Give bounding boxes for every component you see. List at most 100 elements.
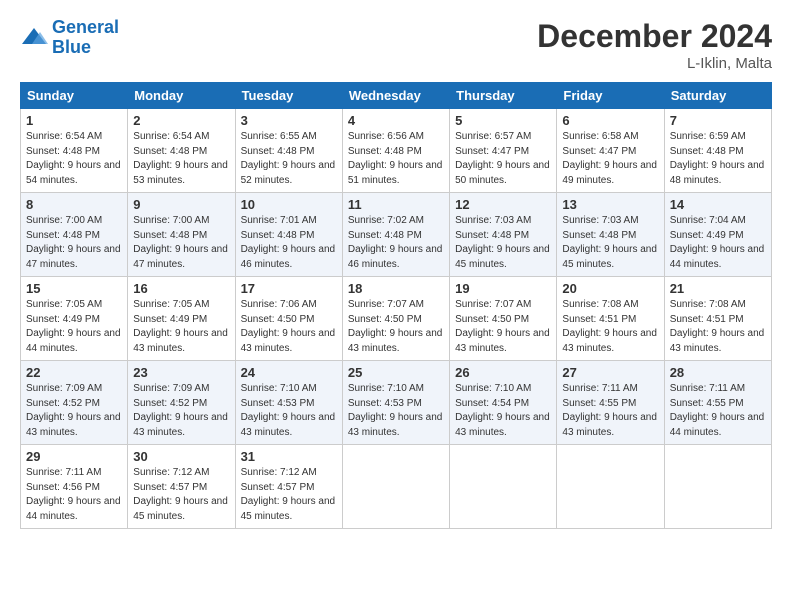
day-number: 23 [133,365,229,380]
day-info: Sunrise: 6:57 AM Sunset: 4:47 PM Dayligh… [455,130,551,188]
day-number: 19 [455,281,551,296]
col-friday: Friday [557,83,664,109]
day-number: 1 [26,113,122,128]
day-number: 4 [348,113,444,128]
calendar-header-row: Sunday Monday Tuesday Wednesday Thursday… [21,83,772,109]
day-info: Sunrise: 7:02 AM Sunset: 4:48 PM Dayligh… [348,214,444,272]
day-number: 24 [241,365,337,380]
day-number: 9 [133,197,229,212]
day-number: 6 [562,113,658,128]
col-tuesday: Tuesday [235,83,342,109]
day-number: 27 [562,365,658,380]
calendar-week-row: 1 Sunrise: 6:54 AM Sunset: 4:48 PM Dayli… [21,109,772,193]
day-number: 7 [670,113,766,128]
table-row: 20 Sunrise: 7:08 AM Sunset: 4:51 PM Dayl… [557,277,664,361]
day-number: 2 [133,113,229,128]
day-info: Sunrise: 6:58 AM Sunset: 4:47 PM Dayligh… [562,130,658,188]
day-info: Sunrise: 6:55 AM Sunset: 4:48 PM Dayligh… [241,130,337,188]
day-info: Sunrise: 7:08 AM Sunset: 4:51 PM Dayligh… [670,298,766,356]
day-info: Sunrise: 7:09 AM Sunset: 4:52 PM Dayligh… [26,382,122,440]
day-info: Sunrise: 7:07 AM Sunset: 4:50 PM Dayligh… [348,298,444,356]
day-info: Sunrise: 7:00 AM Sunset: 4:48 PM Dayligh… [26,214,122,272]
day-info: Sunrise: 6:56 AM Sunset: 4:48 PM Dayligh… [348,130,444,188]
table-row: 31 Sunrise: 7:12 AM Sunset: 4:57 PM Dayl… [235,445,342,529]
title-block: December 2024 L-Iklin, Malta [537,18,772,72]
logo-text: General Blue [52,18,119,58]
header: General Blue December 2024 L-Iklin, Malt… [20,18,772,72]
table-row [342,445,449,529]
table-row [664,445,771,529]
calendar-week-row: 15 Sunrise: 7:05 AM Sunset: 4:49 PM Dayl… [21,277,772,361]
col-monday: Monday [128,83,235,109]
table-row: 13 Sunrise: 7:03 AM Sunset: 4:48 PM Dayl… [557,193,664,277]
table-row: 17 Sunrise: 7:06 AM Sunset: 4:50 PM Dayl… [235,277,342,361]
day-number: 8 [26,197,122,212]
table-row: 26 Sunrise: 7:10 AM Sunset: 4:54 PM Dayl… [450,361,557,445]
location: L-Iklin, Malta [537,55,772,72]
table-row [557,445,664,529]
table-row: 22 Sunrise: 7:09 AM Sunset: 4:52 PM Dayl… [21,361,128,445]
day-info: Sunrise: 7:11 AM Sunset: 4:56 PM Dayligh… [26,466,122,524]
col-wednesday: Wednesday [342,83,449,109]
table-row: 3 Sunrise: 6:55 AM Sunset: 4:48 PM Dayli… [235,109,342,193]
table-row: 24 Sunrise: 7:10 AM Sunset: 4:53 PM Dayl… [235,361,342,445]
table-row: 1 Sunrise: 6:54 AM Sunset: 4:48 PM Dayli… [21,109,128,193]
day-number: 28 [670,365,766,380]
day-number: 14 [670,197,766,212]
table-row: 10 Sunrise: 7:01 AM Sunset: 4:48 PM Dayl… [235,193,342,277]
day-number: 21 [670,281,766,296]
day-info: Sunrise: 7:07 AM Sunset: 4:50 PM Dayligh… [455,298,551,356]
day-info: Sunrise: 7:08 AM Sunset: 4:51 PM Dayligh… [562,298,658,356]
day-number: 11 [348,197,444,212]
day-number: 12 [455,197,551,212]
day-number: 5 [455,113,551,128]
table-row: 14 Sunrise: 7:04 AM Sunset: 4:49 PM Dayl… [664,193,771,277]
day-info: Sunrise: 6:54 AM Sunset: 4:48 PM Dayligh… [26,130,122,188]
table-row: 23 Sunrise: 7:09 AM Sunset: 4:52 PM Dayl… [128,361,235,445]
table-row: 8 Sunrise: 7:00 AM Sunset: 4:48 PM Dayli… [21,193,128,277]
calendar-week-row: 8 Sunrise: 7:00 AM Sunset: 4:48 PM Dayli… [21,193,772,277]
day-number: 20 [562,281,658,296]
table-row: 2 Sunrise: 6:54 AM Sunset: 4:48 PM Dayli… [128,109,235,193]
day-info: Sunrise: 7:00 AM Sunset: 4:48 PM Dayligh… [133,214,229,272]
day-number: 30 [133,449,229,464]
calendar-week-row: 29 Sunrise: 7:11 AM Sunset: 4:56 PM Dayl… [21,445,772,529]
logo-icon [20,24,48,52]
table-row: 9 Sunrise: 7:00 AM Sunset: 4:48 PM Dayli… [128,193,235,277]
day-info: Sunrise: 7:12 AM Sunset: 4:57 PM Dayligh… [241,466,337,524]
table-row: 29 Sunrise: 7:11 AM Sunset: 4:56 PM Dayl… [21,445,128,529]
table-row: 27 Sunrise: 7:11 AM Sunset: 4:55 PM Dayl… [557,361,664,445]
table-row: 12 Sunrise: 7:03 AM Sunset: 4:48 PM Dayl… [450,193,557,277]
day-info: Sunrise: 7:10 AM Sunset: 4:53 PM Dayligh… [241,382,337,440]
day-number: 31 [241,449,337,464]
day-number: 29 [26,449,122,464]
day-info: Sunrise: 7:03 AM Sunset: 4:48 PM Dayligh… [455,214,551,272]
day-info: Sunrise: 7:06 AM Sunset: 4:50 PM Dayligh… [241,298,337,356]
day-number: 13 [562,197,658,212]
table-row: 15 Sunrise: 7:05 AM Sunset: 4:49 PM Dayl… [21,277,128,361]
day-number: 15 [26,281,122,296]
col-sunday: Sunday [21,83,128,109]
day-info: Sunrise: 7:01 AM Sunset: 4:48 PM Dayligh… [241,214,337,272]
calendar-week-row: 22 Sunrise: 7:09 AM Sunset: 4:52 PM Dayl… [21,361,772,445]
day-number: 18 [348,281,444,296]
table-row: 7 Sunrise: 6:59 AM Sunset: 4:48 PM Dayli… [664,109,771,193]
day-number: 22 [26,365,122,380]
day-info: Sunrise: 7:05 AM Sunset: 4:49 PM Dayligh… [26,298,122,356]
table-row: 18 Sunrise: 7:07 AM Sunset: 4:50 PM Dayl… [342,277,449,361]
page: General Blue December 2024 L-Iklin, Malt… [0,0,792,612]
day-info: Sunrise: 6:59 AM Sunset: 4:48 PM Dayligh… [670,130,766,188]
table-row [450,445,557,529]
table-row: 11 Sunrise: 7:02 AM Sunset: 4:48 PM Dayl… [342,193,449,277]
table-row: 21 Sunrise: 7:08 AM Sunset: 4:51 PM Dayl… [664,277,771,361]
day-info: Sunrise: 7:09 AM Sunset: 4:52 PM Dayligh… [133,382,229,440]
table-row: 30 Sunrise: 7:12 AM Sunset: 4:57 PM Dayl… [128,445,235,529]
table-row: 19 Sunrise: 7:07 AM Sunset: 4:50 PM Dayl… [450,277,557,361]
day-number: 10 [241,197,337,212]
day-info: Sunrise: 7:03 AM Sunset: 4:48 PM Dayligh… [562,214,658,272]
day-info: Sunrise: 7:04 AM Sunset: 4:49 PM Dayligh… [670,214,766,272]
day-info: Sunrise: 7:12 AM Sunset: 4:57 PM Dayligh… [133,466,229,524]
table-row: 16 Sunrise: 7:05 AM Sunset: 4:49 PM Dayl… [128,277,235,361]
col-saturday: Saturday [664,83,771,109]
day-info: Sunrise: 7:05 AM Sunset: 4:49 PM Dayligh… [133,298,229,356]
